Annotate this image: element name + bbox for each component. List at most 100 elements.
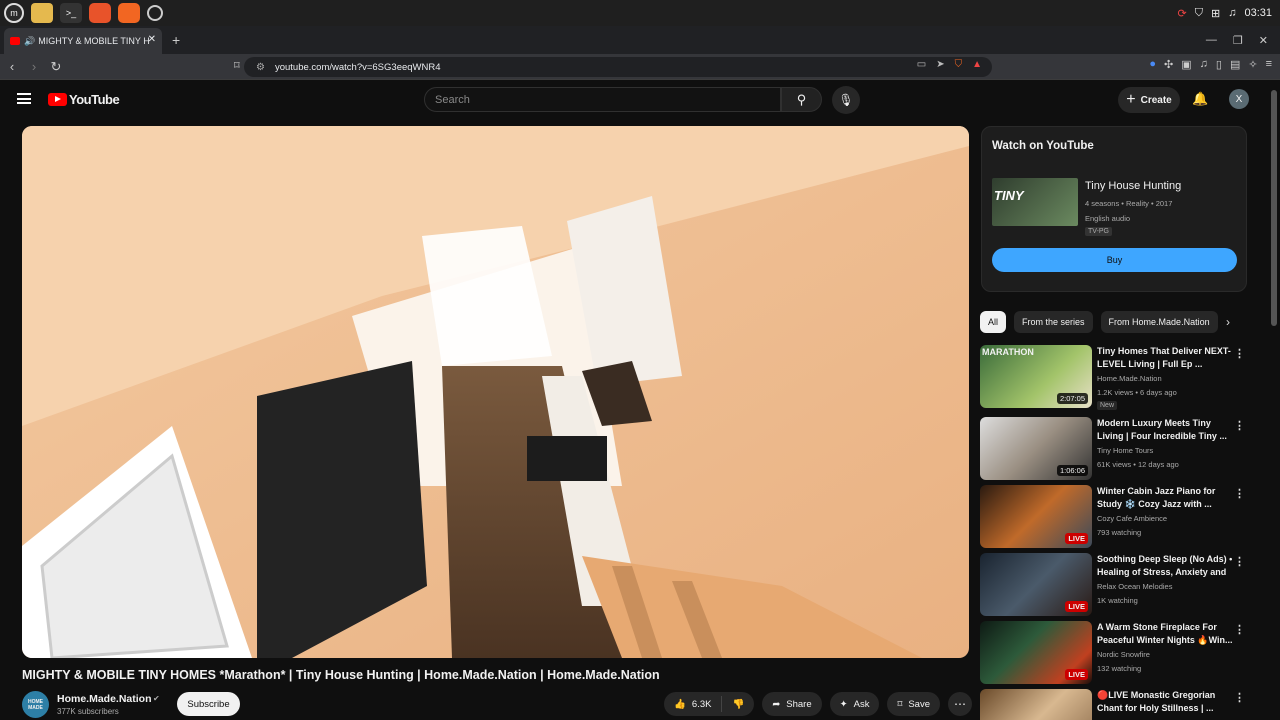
list-item[interactable]: MARATHON 2:07:05 Tiny Homes That Deliver… [980, 345, 1245, 410]
search-input[interactable]: Search [424, 87, 781, 112]
rec-views: 1K watching [1097, 596, 1138, 605]
rec-title[interactable]: Tiny Homes That Deliver NEXT-LEVEL Livin… [1097, 345, 1233, 371]
create-label: Create [1140, 94, 1172, 106]
sidebar-icon[interactable]: ▯ [1216, 58, 1222, 71]
list-item[interactable]: 🔴LIVE Monastic Gregorian Chant for Holy … [980, 689, 1245, 720]
rec-channel[interactable]: Home.Made.Nation [1097, 374, 1162, 383]
firefox-icon[interactable] [89, 3, 111, 23]
tab-close-icon[interactable]: ✕ [148, 34, 156, 45]
more-vert-icon[interactable]: ⋮ [1234, 691, 1245, 704]
account-avatar[interactable]: X [1229, 89, 1249, 109]
chip-from-the-series[interactable]: From the series [1014, 311, 1093, 333]
leo-icon[interactable]: ✧ [1248, 58, 1257, 71]
brave-shield-icon[interactable]: ⛉ [955, 59, 963, 70]
menu-icon[interactable]: ≡ [1266, 58, 1272, 71]
subscribe-button[interactable]: Subscribe [177, 692, 240, 716]
dislike-button[interactable]: 👎 [722, 699, 754, 710]
channel-avatar[interactable]: HOME MADE [22, 691, 49, 718]
rec-channel[interactable]: Nordic Snowfire [1097, 650, 1150, 659]
wallet-icon[interactable]: ▤ [1230, 58, 1240, 71]
youtube-logo[interactable]: YouTube [48, 92, 120, 107]
ask-label: Ask [853, 698, 870, 710]
rec-channel[interactable]: Relax Ocean Melodies [1097, 582, 1172, 591]
save-label: Save [908, 698, 930, 710]
page-scrollbar[interactable] [1271, 90, 1277, 326]
chrome-icon[interactable] [147, 5, 163, 21]
notifications-bell-icon[interactable]: 🔔 [1192, 91, 1208, 107]
back-icon[interactable]: ‹ [2, 59, 22, 74]
more-vert-icon[interactable]: ⋮ [1234, 487, 1245, 500]
video-thumbnail[interactable]: 1:06:06 [980, 417, 1092, 480]
channel-name[interactable]: Home.Made.Nation [57, 693, 152, 705]
more-vert-icon[interactable]: ⋮ [1234, 623, 1245, 636]
rec-channel[interactable]: Cozy Cafe Ambience [1097, 514, 1167, 523]
brave-icon[interactable] [118, 3, 140, 23]
more-vert-icon[interactable]: ⋮ [1234, 419, 1245, 432]
rec-title[interactable]: Soothing Deep Sleep (No Ads) • Healing o… [1097, 553, 1233, 580]
chevron-right-icon[interactable]: › [1226, 315, 1230, 329]
maximize-icon[interactable]: ❐ [1233, 34, 1243, 47]
voice-search-button[interactable]: 🎙 [832, 86, 860, 114]
show-thumbnail[interactable]: TINY [992, 178, 1078, 226]
rec-channel[interactable]: Tiny Home Tours [1097, 446, 1153, 455]
chip-all[interactable]: All [980, 311, 1007, 333]
list-item[interactable]: LIVE A Warm Stone Fireplace For Peaceful… [980, 621, 1245, 685]
site-info-icon[interactable]: ⚙ [256, 62, 265, 73]
profile-ext-icon[interactable]: ● [1149, 58, 1156, 71]
media-icon[interactable]: ♫ [1200, 58, 1208, 71]
ask-button[interactable]: ✦ Ask [829, 692, 880, 716]
shield-icon[interactable]: ⛉ [1195, 7, 1203, 20]
send-icon[interactable]: ➤ [936, 59, 944, 70]
forward-icon[interactable]: › [24, 59, 44, 74]
save-button[interactable]: ⌑ Save [887, 692, 940, 716]
mint-menu-icon[interactable]: m [4, 3, 24, 23]
terminal-icon[interactable]: >_ [60, 3, 82, 23]
files-icon[interactable] [31, 3, 53, 23]
create-button[interactable]: + Create [1118, 87, 1180, 113]
video-thumbnail[interactable]: MARATHON 2:07:05 [980, 345, 1092, 408]
rewards-icon[interactable]: ▲ [972, 59, 982, 70]
chip-from-channel[interactable]: From Home.Made.Nation [1100, 311, 1218, 333]
guide-menu-icon[interactable] [17, 93, 31, 104]
share-button[interactable]: ➦ Share [762, 692, 822, 716]
screenshot-icon[interactable]: ▣ [1181, 58, 1191, 71]
buy-label: Buy [1106, 255, 1123, 265]
video-thumbnail[interactable]: LIVE [980, 485, 1092, 548]
rec-title[interactable]: 🔴LIVE Monastic Gregorian Chant for Holy … [1097, 689, 1233, 715]
show-title[interactable]: Tiny House Hunting [1085, 180, 1181, 192]
more-vert-icon[interactable]: ⋮ [1234, 555, 1245, 568]
close-window-icon[interactable]: ✕ [1259, 34, 1268, 47]
list-item[interactable]: 1:06:06 Modern Luxury Meets Tiny Living … [980, 417, 1245, 481]
video-player[interactable] [22, 126, 969, 658]
video-thumbnail[interactable]: LIVE [980, 621, 1092, 684]
like-button[interactable]: 👍 6.3K [664, 696, 723, 712]
rec-title[interactable]: Modern Luxury Meets Tiny Living | Four I… [1097, 417, 1233, 443]
list-item[interactable]: LIVE Soothing Deep Sleep (No Ads) • Heal… [980, 553, 1245, 617]
cast-icon[interactable]: ▭ [917, 59, 926, 70]
puzzle-icon[interactable]: ✣ [1164, 58, 1173, 71]
buy-button[interactable]: Buy [992, 248, 1237, 272]
rec-views: 61K views • 12 days ago [1097, 460, 1179, 469]
search-icon: ⚲ [796, 91, 807, 107]
tab-youtube[interactable]: 🔊 MIGHTY & MOBILE TINY H ✕ [4, 28, 162, 54]
url-field[interactable]: ⌑ ⚙ youtube.com/watch?v=6SG3eeqWNR4 ▭ ➤ … [234, 57, 992, 77]
video-thumbnail[interactable]: LIVE [980, 553, 1092, 616]
more-actions-button[interactable]: ⋯ [948, 692, 972, 716]
music-icon[interactable]: ♫ [1228, 7, 1236, 19]
rec-title[interactable]: Winter Cabin Jazz Piano for Study ❄️ Coz… [1097, 485, 1233, 511]
bookmark-icon[interactable]: ⌑ [234, 59, 240, 72]
update-icon[interactable]: ⟳ [1178, 7, 1187, 20]
video-frame [22, 126, 969, 658]
reload-icon[interactable]: ↻ [46, 59, 66, 75]
new-tab-icon[interactable]: + [172, 32, 180, 48]
search-button[interactable]: ⚲ [781, 87, 822, 112]
video-thumbnail[interactable] [980, 689, 1092, 720]
more-vert-icon[interactable]: ⋮ [1234, 347, 1245, 360]
rec-title[interactable]: A Warm Stone Fireplace For Peaceful Wint… [1097, 621, 1233, 647]
clock[interactable]: 03:31 [1244, 7, 1272, 19]
list-item[interactable]: LIVE Winter Cabin Jazz Piano for Study ❄… [980, 485, 1245, 549]
verified-icon: ✔ [153, 694, 160, 703]
system-tray: ⟳ ⛉ ⊞ ♫ 03:31 [1178, 0, 1272, 26]
network-icon[interactable]: ⊞ [1211, 7, 1220, 20]
minimize-icon[interactable]: — [1206, 34, 1217, 46]
